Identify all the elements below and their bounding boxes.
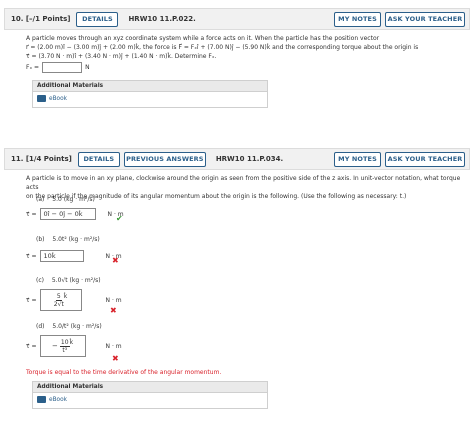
q11-part-a-input[interactable]: 0î − 0ĵ − 0k̂ [39,208,96,220]
book-icon [37,95,46,102]
q11-part-d-fraction: 10 t³ [59,338,70,354]
q11-part-b-given: 5.0t² (kg · m²/s) [52,236,100,243]
q10-ask-teacher-button[interactable]: ASK YOUR TEACHER [385,11,465,27]
q10-answer-prefix: Fₓ = [26,64,40,71]
q10-additional-materials-title: Additional Materials [33,81,267,92]
q10-details-button[interactable]: DETAILS [76,11,119,27]
check-icon: ✔ [116,214,123,223]
q11-part-d-prefix: τ⃗ = [26,342,37,350]
q11-part-b-answer-row: τ⃗ = 10k̂ N · m [26,250,122,262]
q11-part-d-label: (d) [36,323,45,330]
q10-ebook-link[interactable]: eBook [33,92,267,105]
q11-part-d-input[interactable]: − 10 t³ k̂ [39,335,86,357]
q11-part-c-label: (c) [36,277,44,284]
q11-part-d-given: 5.0/t² (kg · m²/s) [52,323,102,330]
q11-text-line-1: A particle is to move in an xy plane, cl… [26,175,461,191]
q10-text-line-1: A particle moves through an xyz coordina… [26,35,380,42]
q11-part-a-label: (a) [36,196,45,203]
q10-my-notes-button[interactable]: MY NOTES [334,11,381,27]
q11-part-c-unit: N · m [105,296,122,304]
q10-ebook-label: eBook [49,95,67,102]
q10-body: A particle moves through an xyz coordina… [26,34,466,73]
q10-answer-unit: N [85,64,90,71]
q11-ebook-link[interactable]: eBook [33,393,267,406]
q11-part-b-label: (b) [36,236,45,243]
book-icon [37,396,46,403]
q10-text-line-3: τ⃗ = (3.70 N · m)î + (3.40 N · m)ĵ + (1.… [26,53,217,60]
q11-feedback: Torque is equal to the time derivative o… [26,369,222,376]
q11-additional-materials: Additional Materials eBook [32,381,268,409]
q11-part-d-denominator: t³ [62,346,68,354]
x-icon: ✖ [110,306,117,315]
q11-part-b-prefix: τ⃗ = [26,252,37,260]
q10-answer-row: Fₓ = N [26,62,466,73]
q11-part-d-unit-vector: k̂ [69,338,74,346]
q11-part-c-input[interactable]: 5 2√t k̂ [39,289,82,311]
q10-number: 10. [–/1 Points] [11,15,71,23]
q11-ask-teacher-button[interactable]: ASK YOUR TEACHER [385,151,465,167]
q11-part-c-prefix: τ⃗ = [26,296,37,304]
q10-additional-materials: Additional Materials eBook [32,80,268,108]
q10-header: 10. [–/1 Points] DETAILS HRW10 11.P.022.… [4,8,470,30]
q11-part-b: (b) 5.0t² (kg · m²/s) [36,236,100,243]
q11-part-c-unit-vector: k̂ [63,292,68,300]
q11-part-d-sign: − [52,342,58,350]
x-icon: ✖ [112,354,119,363]
q11-ebook-label: eBook [49,396,67,403]
q11-code: HRW10 11.P.034. [215,155,284,163]
q11-part-c-fraction: 5 2√t [54,293,64,308]
q10-answer-input[interactable] [42,62,83,73]
q10-code: HRW10 11.P.022. [128,15,196,23]
q11-previous-answers-button[interactable]: PREVIOUS ANSWERS [123,151,206,167]
q11-part-a: (a) 5.0 (kg · m²/s) [36,196,95,203]
q11-header: 11. [1/4 Points] DETAILS PREVIOUS ANSWER… [4,148,470,170]
q11-part-c: (c) 5.0√t (kg · m²/s) [36,277,101,284]
x-icon: ✖ [112,256,119,265]
q11-details-button[interactable]: DETAILS [77,151,120,167]
q11-part-c-denominator: 2√t [53,300,64,308]
q11-part-d-answer-row: τ⃗ = − 10 t³ k̂ N · m [26,335,122,357]
q11-part-a-given: 5.0 (kg · m²/s) [52,196,95,203]
q11-part-d: (d) 5.0/t² (kg · m²/s) [36,323,102,330]
q11-part-c-given: 5.0√t (kg · m²/s) [51,277,101,284]
q11-additional-materials-title: Additional Materials [33,382,267,393]
q11-part-c-numerator: 5 [55,292,62,301]
q11-part-d-numerator: 10 [59,338,70,347]
q11-number: 11. [1/4 Points] [11,155,72,163]
q11-my-notes-button[interactable]: MY NOTES [334,151,381,167]
q11-part-c-answer-row: τ⃗ = 5 2√t k̂ N · m [26,289,122,311]
q11-part-d-unit: N · m [105,342,122,350]
q11-part-a-answer-row: τ⃗ = 0î − 0ĵ − 0k̂ N · m [26,208,124,220]
q11-part-a-prefix: τ⃗ = [26,210,37,218]
q10-text-line-2: r⃗ = (2.00 m)î − (3.00 m)ĵ + (2.00 m)k̂,… [26,44,419,51]
q11-part-b-input[interactable]: 10k̂ [39,250,84,262]
